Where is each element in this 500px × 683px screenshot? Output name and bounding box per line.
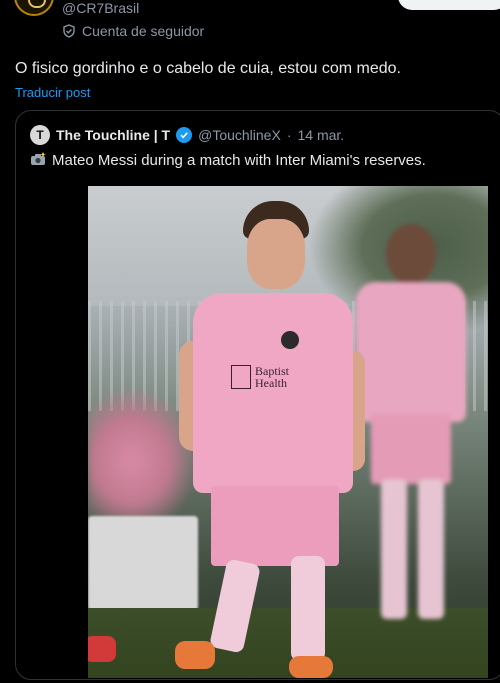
follower-label: Cuenta de seguidor bbox=[62, 23, 204, 39]
quoted-tweet-header: T The Touchline | T @TouchlineX · 14 mar… bbox=[30, 125, 344, 145]
translate-link[interactable]: Traducir post bbox=[15, 85, 90, 100]
sponsor-logo-icon bbox=[231, 365, 251, 389]
quoted-tweet-date[interactable]: 14 mar. bbox=[297, 127, 344, 143]
quoted-tweet-text-row: Mateo Messi during a match with Inter Mi… bbox=[30, 152, 426, 169]
verified-badge-icon bbox=[176, 127, 193, 143]
follow-button[interactable] bbox=[398, 0, 500, 10]
team-crest-icon bbox=[281, 331, 299, 349]
quoted-tweet-text: Mateo Messi during a match with Inter Mi… bbox=[52, 152, 426, 169]
camera-flash-icon bbox=[30, 152, 46, 169]
jersey-sponsor: Baptist Health bbox=[231, 361, 301, 393]
photo-red-shoe bbox=[88, 636, 116, 662]
separator-dot: · bbox=[286, 127, 292, 143]
shield-check-icon bbox=[62, 24, 76, 38]
retweeter-handle[interactable]: @CR7Brasil bbox=[62, 0, 139, 16]
quoted-tweet-photo[interactable]: Baptist Health bbox=[88, 186, 488, 678]
follower-label-text: Cuenta de seguidor bbox=[82, 23, 205, 39]
quoted-tweet[interactable]: T The Touchline | T @TouchlineX · 14 mar… bbox=[15, 110, 500, 680]
quoted-author-name[interactable]: The Touchline | T bbox=[56, 127, 170, 143]
retweeter-avatar[interactable] bbox=[14, 0, 54, 16]
photo-player-foreground: Baptist Health bbox=[173, 201, 373, 678]
quoted-author-avatar[interactable]: T bbox=[30, 125, 50, 145]
tweet-text: O fisico gordinho e o cabelo de cuia, es… bbox=[15, 60, 401, 77]
quoted-author-handle[interactable]: @TouchlineX bbox=[198, 127, 281, 143]
